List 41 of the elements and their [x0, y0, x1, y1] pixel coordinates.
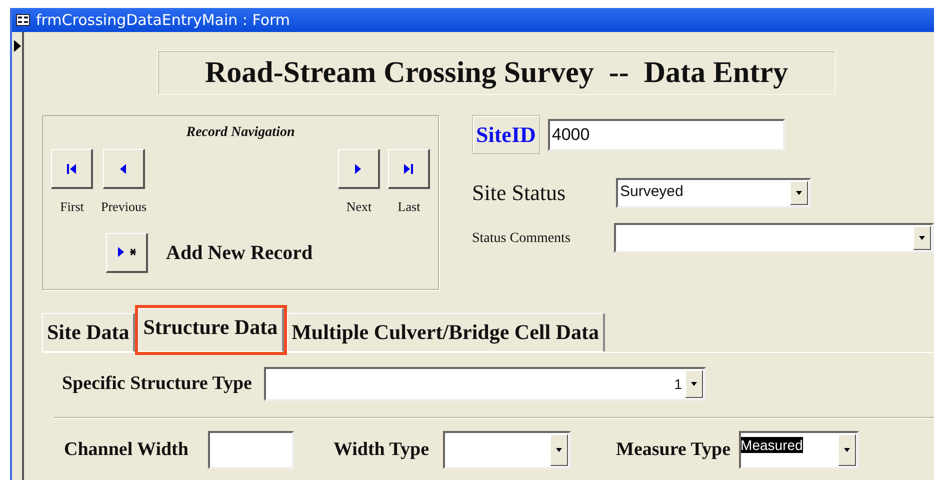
form-icon [16, 14, 30, 26]
last-arrow-icon [403, 162, 414, 174]
status-comments-label: Status Comments [472, 230, 572, 248]
button-caption: Next [346, 198, 372, 216]
structure-type-label: Specific Structure Type [62, 372, 252, 396]
tab[interactable]: Structure Data [138, 308, 284, 352]
site-status-dropdown[interactable]: Surveyed [616, 178, 811, 208]
add-new-record-label: Add New Record [166, 240, 313, 266]
status-comments-dropdown[interactable] [614, 223, 934, 253]
new-record-icon [116, 246, 138, 258]
first-arrow-icon [66, 162, 77, 174]
site-status-label: Site Status [472, 179, 567, 207]
channel-width-field[interactable] [208, 431, 294, 469]
button-caption: First [60, 198, 84, 216]
navigation-heading: Record Navigation [185, 124, 296, 142]
dropdown-arrow-icon [556, 448, 562, 452]
previous-record-button[interactable] [102, 149, 145, 189]
structure-type-dropdown[interactable]: 1 [264, 367, 706, 401]
width-type-dropdown[interactable] [443, 431, 572, 469]
dropdown-arrow-icon [919, 236, 925, 240]
button-caption: Last [398, 198, 420, 216]
channel-width-label: Channel Width [64, 438, 188, 462]
measure-type-label: Measure Type [616, 438, 731, 462]
previous-arrow-icon [118, 162, 129, 174]
dropdown-arrow-icon [690, 382, 697, 386]
dropdown-arrow-icon [844, 448, 850, 452]
first-record-button[interactable] [51, 149, 93, 189]
dropdown-arrow-icon [796, 190, 802, 194]
record-selector-icon[interactable] [14, 40, 20, 52]
width-type-label: Width Type [333, 438, 430, 462]
add-new-record-button[interactable] [106, 232, 148, 272]
tab[interactable]: Site Data [42, 312, 136, 352]
next-record-button[interactable] [338, 149, 380, 189]
measure-type-dropdown[interactable]: Measured [738, 431, 859, 469]
site-id-label: SiteID [472, 115, 540, 154]
window-title: frmCrossingDataEntryMain : Form [36, 10, 290, 31]
button-caption: Previous [101, 198, 146, 216]
last-record-button[interactable] [388, 149, 430, 189]
tab[interactable]: Multiple Culvert/Bridge Cell Data [286, 312, 605, 352]
form-title: Road-Stream Crossing Survey -- Data Entry [157, 50, 836, 95]
site-id-field[interactable]: 4000 [548, 118, 785, 150]
